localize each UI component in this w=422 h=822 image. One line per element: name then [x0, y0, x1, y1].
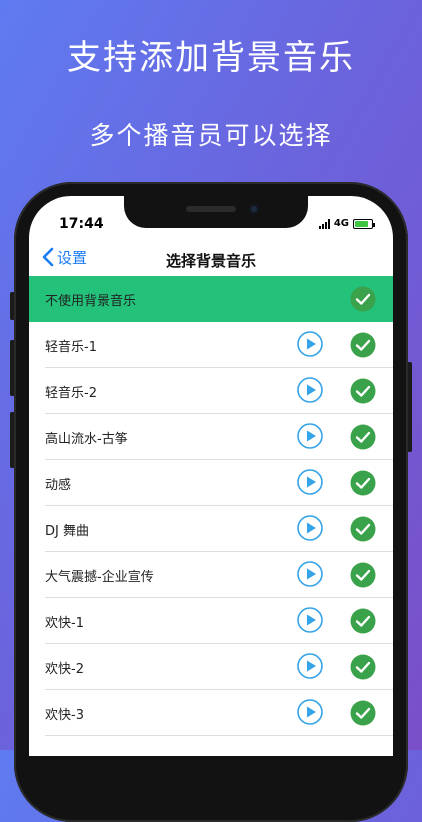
check-circle-icon[interactable] — [350, 286, 376, 312]
status-time: 17:44 — [59, 216, 104, 232]
list-item[interactable]: 不使用背景音乐 — [29, 276, 393, 322]
music-title: 大气震撼-企业宣传 — [45, 569, 154, 585]
check-circle-icon[interactable] — [350, 332, 376, 358]
phone-screen: 17:44 4G 设置 选择背景音乐 不使用背景音乐 轻音乐-1 轻音乐-2 高… — [29, 196, 393, 756]
list-item[interactable]: 轻音乐-1 — [29, 322, 393, 368]
music-title: 轻音乐-1 — [45, 339, 97, 355]
back-button-label: 设置 — [57, 248, 88, 267]
promo-title: 支持添加背景音乐 — [67, 38, 355, 78]
notch — [124, 196, 308, 228]
back-button[interactable]: 设置 — [41, 246, 87, 268]
front-camera — [249, 204, 259, 214]
music-title: 动感 — [45, 477, 72, 493]
promo-subtitle: 多个播音员可以选择 — [89, 121, 333, 150]
play-circle-icon[interactable] — [297, 377, 323, 403]
list-item[interactable]: 欢快-2 — [29, 644, 393, 690]
play-circle-icon[interactable] — [297, 653, 323, 679]
chevron-left-icon — [42, 247, 54, 267]
play-circle-icon[interactable] — [297, 607, 323, 633]
play-circle-icon[interactable] — [297, 331, 323, 357]
check-circle-icon[interactable] — [350, 424, 376, 450]
music-title: DJ 舞曲 — [45, 523, 89, 539]
list-item[interactable]: 欢快-3 — [29, 690, 393, 736]
list-item[interactable]: 高山流水-古筝 — [29, 414, 393, 460]
speaker-grille — [186, 206, 236, 212]
check-circle-icon[interactable] — [350, 700, 376, 726]
list-item[interactable]: 大气震撼-企业宣传 — [29, 552, 393, 598]
navigation-bar: 设置 选择背景音乐 — [29, 242, 393, 276]
play-circle-icon[interactable] — [297, 469, 323, 495]
check-circle-icon[interactable] — [350, 562, 376, 588]
check-circle-icon[interactable] — [350, 608, 376, 634]
play-circle-icon[interactable] — [297, 423, 323, 449]
music-title: 欢快-2 — [45, 661, 84, 677]
list-item[interactable]: 轻音乐-2 — [29, 368, 393, 414]
play-circle-icon[interactable] — [297, 515, 323, 541]
music-title: 不使用背景音乐 — [45, 293, 137, 309]
list-item[interactable]: 欢快-1 — [29, 598, 393, 644]
music-title: 轻音乐-2 — [45, 385, 97, 401]
play-circle-icon[interactable] — [297, 699, 323, 725]
list-item[interactable]: 动感 — [29, 460, 393, 506]
music-title: 欢快-3 — [45, 707, 84, 723]
check-circle-icon[interactable] — [350, 516, 376, 542]
check-circle-icon[interactable] — [350, 654, 376, 680]
network-type: 4G — [333, 218, 349, 229]
music-title: 高山流水-古筝 — [45, 431, 128, 447]
list-item[interactable]: DJ 舞曲 — [29, 506, 393, 552]
check-circle-icon[interactable] — [350, 378, 376, 404]
play-circle-icon[interactable] — [297, 561, 323, 587]
status-indicators: 4G — [318, 218, 375, 229]
battery-charging-icon — [353, 218, 375, 229]
cellular-signal-icon — [318, 218, 330, 229]
check-circle-icon[interactable] — [350, 470, 376, 496]
music-list: 不使用背景音乐 轻音乐-1 轻音乐-2 高山流水-古筝 动感 DJ 舞曲 大气震… — [29, 276, 393, 736]
music-title: 欢快-1 — [45, 615, 84, 631]
